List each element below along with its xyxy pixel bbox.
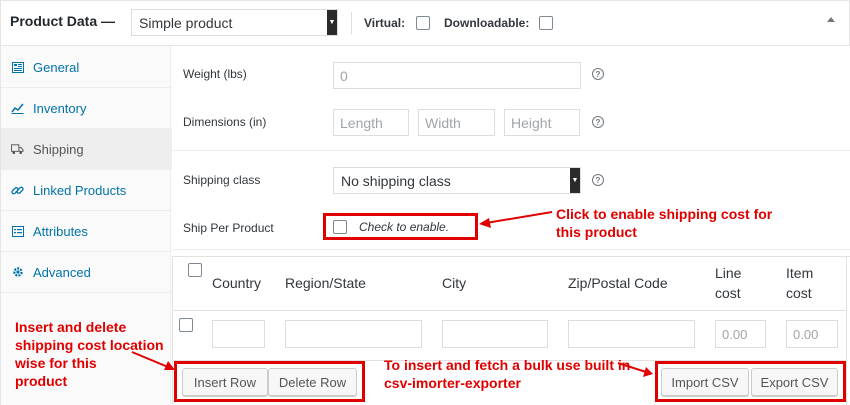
arrow-rows bbox=[131, 351, 169, 368]
arrowhead-enable-icon bbox=[479, 218, 491, 228]
arrow-csv bbox=[617, 362, 647, 373]
annotation-arrows bbox=[131, 211, 653, 377]
arrow-enable bbox=[485, 211, 553, 224]
arrowhead-csv-icon bbox=[643, 367, 653, 377]
